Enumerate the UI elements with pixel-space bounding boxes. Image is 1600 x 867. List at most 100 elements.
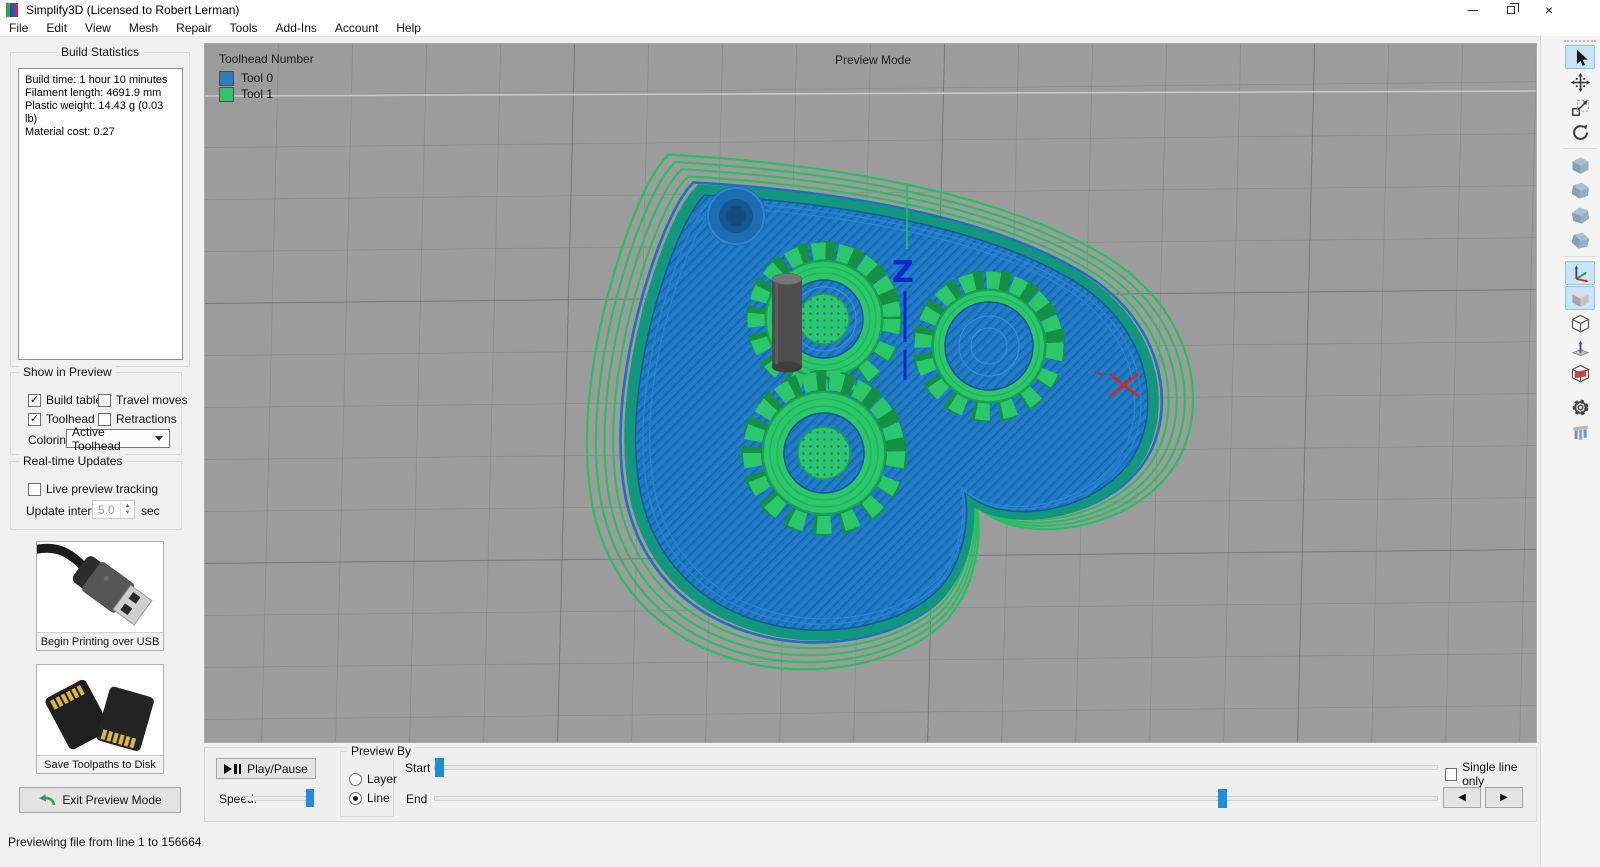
- end-slider-track[interactable]: [434, 796, 1438, 801]
- stat-build-time: Build time: 1 hour 10 minutes: [25, 74, 176, 87]
- realtime-updates-title: Real-time Updates: [19, 454, 126, 468]
- save-toolpaths-disk-button[interactable]: Save Toolpaths to Disk: [36, 664, 164, 774]
- app-icon: [6, 3, 20, 17]
- checkbox-live-preview-box[interactable]: [28, 483, 41, 496]
- gear-bottom: [752, 381, 896, 525]
- preview-transport-bar: Play/Pause Speed: Preview By Layer Line …: [204, 747, 1537, 822]
- view-cube-2-icon[interactable]: [1565, 178, 1595, 202]
- toolbar-separator: [1563, 256, 1597, 257]
- end-label: End: [406, 792, 427, 806]
- checkbox-build-table[interactable]: ✓ Build table: [28, 393, 102, 407]
- preview-mode-label: Preview Mode: [835, 53, 911, 67]
- status-bar-text: Previewing file from line 1 to 156664: [8, 835, 201, 849]
- title-bar: Simplify3D (Licensed to Robert Lerman) ×: [0, 0, 1600, 20]
- next-line-button[interactable]: ▶: [1485, 787, 1523, 808]
- toolhead-cylinder: [772, 274, 802, 373]
- z-axis-label: Z: [892, 255, 914, 290]
- start-slider-track[interactable]: [434, 765, 1438, 770]
- build-statistics-title: Build Statistics: [57, 45, 143, 59]
- view-cube-3-icon[interactable]: [1565, 203, 1595, 227]
- checkbox-single-line-box[interactable]: [1445, 768, 1457, 781]
- move-tool-icon[interactable]: [1565, 70, 1595, 94]
- cross-section-icon[interactable]: [1565, 361, 1595, 385]
- update-interval-spinner[interactable]: 5.0 ▲▼: [92, 500, 135, 519]
- restore-button[interactable]: [1496, 0, 1526, 20]
- gear-right: [923, 280, 1055, 412]
- menu-view[interactable]: View: [76, 21, 120, 35]
- end-slider-thumb[interactable]: [1218, 789, 1227, 808]
- surface-normal-icon[interactable]: [1565, 336, 1595, 360]
- menu-mesh[interactable]: Mesh: [120, 21, 167, 35]
- rotate-tool-icon[interactable]: [1565, 120, 1595, 144]
- stat-material-cost: Material cost: 0.27: [25, 126, 176, 139]
- checkbox-travel-moves-box[interactable]: [98, 394, 111, 407]
- exit-preview-mode-button[interactable]: Exit Preview Mode: [19, 787, 181, 813]
- checkbox-build-table-box[interactable]: ✓: [28, 394, 41, 407]
- show-in-preview-title: Show in Preview: [19, 365, 116, 379]
- radio-line-circle[interactable]: [349, 792, 362, 805]
- spinner-arrows-icon[interactable]: ▲▼: [120, 501, 134, 518]
- menu-tools[interactable]: Tools: [221, 21, 267, 35]
- exit-preview-mode-label: Exit Preview Mode: [62, 793, 161, 807]
- wireframe-cube-icon[interactable]: [1565, 311, 1595, 335]
- toolhead-legend: Toolhead Number Tool 0 Tool 1: [219, 52, 314, 102]
- coordinate-axes-icon[interactable]: [1565, 261, 1595, 285]
- legend-title: Toolhead Number: [219, 52, 314, 66]
- usb-cable-image: [37, 542, 163, 632]
- green-return-arrow-icon: [38, 793, 56, 807]
- coloring-dropdown-value: Active Toolhead: [72, 425, 155, 453]
- stat-plastic-weight: Plastic weight: 14.43 g (0.03 lb): [25, 100, 176, 126]
- play-pause-icon: [224, 764, 241, 774]
- preview-by-title: Preview By: [347, 744, 415, 758]
- save-toolpaths-disk-label: Save Toolpaths to Disk: [37, 755, 163, 773]
- menu-account[interactable]: Account: [326, 21, 387, 35]
- sd-cards-image: [37, 665, 163, 755]
- checkbox-live-preview-tracking[interactable]: Live preview tracking: [28, 482, 158, 496]
- build-statistics-box: Build time: 1 hour 10 minutes Filament l…: [18, 68, 183, 360]
- coloring-dropdown[interactable]: Active Toolhead: [66, 429, 170, 448]
- play-pause-button[interactable]: Play/Pause: [216, 758, 316, 779]
- solid-view-cube-icon[interactable]: [1565, 286, 1595, 310]
- scale-tool-icon[interactable]: [1565, 95, 1595, 119]
- radio-layer-circle[interactable]: [349, 773, 362, 786]
- minimize-button[interactable]: [1458, 0, 1488, 20]
- legend-tool0: Tool 0: [219, 70, 314, 86]
- view-cube-1-icon[interactable]: [1565, 153, 1595, 177]
- checkbox-travel-moves[interactable]: Travel moves: [98, 393, 188, 407]
- build-table-scene[interactable]: Z: [205, 44, 1536, 742]
- window-title: Simplify3D (Licensed to Robert Lerman): [26, 3, 239, 17]
- menu-addins[interactable]: Add-Ins: [267, 21, 326, 35]
- previous-line-button[interactable]: ◀: [1443, 787, 1481, 808]
- begin-printing-usb-label: Begin Printing over USB: [37, 632, 163, 650]
- toolbar-grip[interactable]: [1564, 40, 1596, 42]
- menu-file[interactable]: File: [0, 21, 37, 35]
- start-slider-thumb[interactable]: [435, 758, 444, 777]
- checkbox-single-line-only[interactable]: Single line only: [1445, 760, 1536, 788]
- radio-line[interactable]: Line: [349, 791, 390, 805]
- toolbar-separator: [1563, 148, 1597, 149]
- tool1-color-swatch: [219, 87, 234, 102]
- legend-tool1: Tool 1: [219, 86, 314, 102]
- close-button[interactable]: ×: [1534, 0, 1564, 20]
- preview-3d-viewport[interactable]: Z Toolhead Number Tool 0 Tool 1 Preview …: [204, 43, 1537, 743]
- menu-bar: File Edit View Mesh Repair Tools Add-Ins…: [0, 20, 1600, 37]
- begin-printing-usb-button[interactable]: Begin Printing over USB: [36, 541, 164, 651]
- speed-slider-track[interactable]: [245, 796, 313, 801]
- tool0-color-swatch: [219, 71, 234, 86]
- view-toolbar: [1540, 36, 1600, 867]
- menu-repair[interactable]: Repair: [167, 21, 220, 35]
- view-cube-4-icon[interactable]: [1565, 228, 1595, 252]
- menu-help[interactable]: Help: [387, 21, 430, 35]
- update-interval-value: 5.0: [98, 503, 115, 517]
- chevron-down-icon: [155, 436, 163, 441]
- checkbox-toolhead-box[interactable]: ✓: [28, 413, 41, 426]
- stat-filament-length: Filament length: 4691.9 mm: [25, 87, 176, 100]
- select-cursor-icon[interactable]: [1565, 45, 1595, 69]
- start-label: Start: [405, 761, 430, 775]
- update-interval-unit: sec: [141, 504, 160, 518]
- settings-gear-icon[interactable]: [1565, 395, 1595, 419]
- speed-slider-thumb[interactable]: [306, 789, 314, 807]
- menu-edit[interactable]: Edit: [37, 21, 76, 35]
- support-structures-icon[interactable]: [1565, 420, 1595, 444]
- radio-layer[interactable]: Layer: [349, 772, 397, 786]
